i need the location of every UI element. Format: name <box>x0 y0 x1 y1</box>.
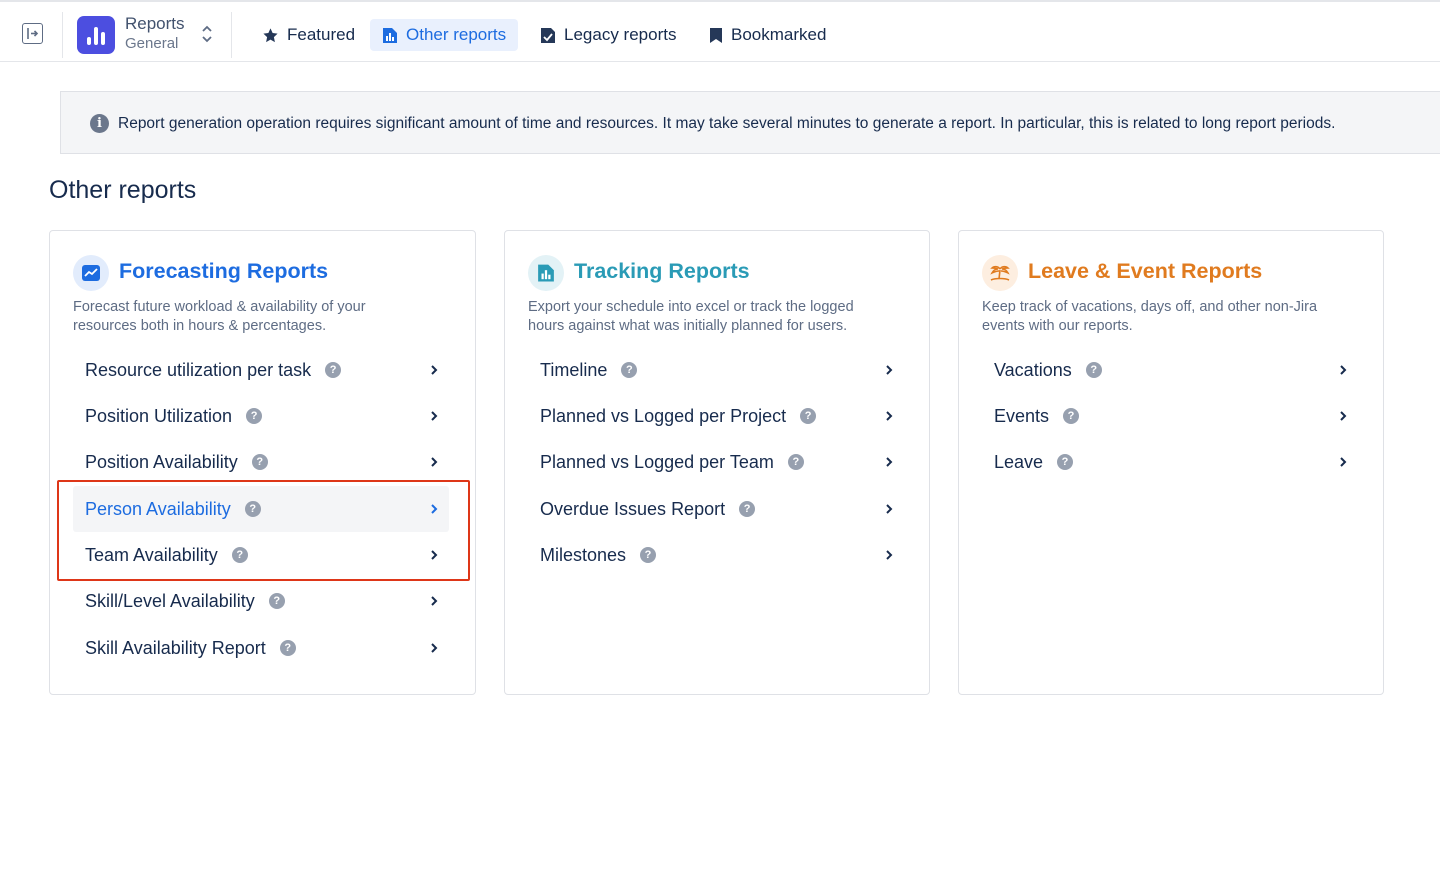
card-title: Forecasting Reports <box>119 259 329 283</box>
chevron-right-icon <box>431 457 438 467</box>
report-chart-icon <box>383 27 397 43</box>
arrow-into-panel-icon <box>27 28 39 39</box>
report-label: Skill/Level Availability <box>85 590 255 611</box>
report-label: Skill Availability Report <box>85 637 266 658</box>
info-icon: i <box>90 114 109 133</box>
help-icon[interactable]: ? <box>268 593 285 609</box>
tab-legacy-reports[interactable]: Legacy reports <box>528 19 688 51</box>
bookmark-icon <box>710 27 722 43</box>
report-timeline[interactable]: Timeline? <box>528 347 904 393</box>
report-person-availability[interactable]: Person Availability? <box>73 486 449 532</box>
chevron-right-icon <box>886 504 893 514</box>
report-label: Milestones <box>540 544 627 565</box>
report-label: Overdue Issues Report <box>540 498 726 519</box>
report-label: Resource utilization per task <box>85 359 312 380</box>
tab-label: Legacy reports <box>564 25 677 44</box>
help-icon[interactable]: ? <box>244 501 261 517</box>
report-label: Planned vs Logged per Project <box>540 405 787 426</box>
chevron-right-icon <box>1340 457 1347 467</box>
tab-other-reports[interactable]: Other reports <box>370 19 519 51</box>
help-icon[interactable]: ? <box>621 362 638 378</box>
tab-label: Other reports <box>406 25 507 44</box>
card-title: Tracking Reports <box>574 259 750 283</box>
report-milestones[interactable]: Milestones? <box>528 532 904 578</box>
report-planned-vs-logged-per-team[interactable]: Planned vs Logged per Team? <box>528 439 904 485</box>
report-label: Leave <box>994 451 1044 472</box>
report-label: Person Availability <box>85 498 231 519</box>
chevron-right-icon <box>431 365 438 375</box>
app-switcher-chevron-icon[interactable] <box>199 23 215 45</box>
app-title[interactable]: Reports <box>125 14 185 34</box>
chevron-right-icon <box>1340 411 1347 421</box>
report-label: Timeline <box>540 359 608 380</box>
help-icon[interactable]: ? <box>1057 454 1074 470</box>
chevron-right-icon <box>1340 365 1347 375</box>
card-description: Export your schedule into excel or track… <box>528 299 854 334</box>
chevron-right-icon <box>431 643 438 653</box>
report-position-availability[interactable]: Position Availability? <box>73 439 449 485</box>
tab-label: Bookmarked <box>731 25 827 44</box>
divider <box>231 12 232 58</box>
report-label: Vacations <box>994 359 1072 380</box>
legacy-doc-icon <box>541 27 555 43</box>
report-skill-availability-report[interactable]: Skill Availability Report? <box>73 625 449 671</box>
report-events[interactable]: Events? <box>982 393 1358 439</box>
chevron-right-icon <box>431 504 438 514</box>
sidebar-expand-icon[interactable] <box>22 23 43 44</box>
leave-event-reports-card: Leave & Event Reports Keep track of vaca… <box>958 230 1384 695</box>
chevron-right-icon <box>431 550 438 560</box>
report-vacations[interactable]: Vacations? <box>982 347 1358 393</box>
card-description: Forecast future workload & availability … <box>73 299 366 334</box>
chevron-right-icon <box>886 365 893 375</box>
report-leave[interactable]: Leave? <box>982 439 1358 485</box>
report-label: Position Utilization <box>85 405 233 426</box>
report-overdue-issues[interactable]: Overdue Issues Report? <box>528 486 904 532</box>
reports-app-logo[interactable] <box>77 16 115 54</box>
help-icon[interactable]: ? <box>325 362 342 378</box>
chevron-right-icon <box>886 457 893 467</box>
tab-featured[interactable]: Featured <box>250 19 367 51</box>
star-icon <box>263 27 278 42</box>
help-icon[interactable]: ? <box>787 454 804 470</box>
help-icon[interactable]: ? <box>739 501 756 517</box>
banner-text: Report generation operation requires sig… <box>118 115 1336 132</box>
app-subtitle: General <box>125 35 179 52</box>
tracking-reports-card: Tracking Reports Export your schedule in… <box>504 230 930 695</box>
island-icon <box>982 255 1018 291</box>
report-label: Team Availability <box>85 544 218 565</box>
help-icon[interactable]: ? <box>640 547 657 563</box>
page-title: Other reports <box>49 176 197 204</box>
card-title: Leave & Event Reports <box>1028 259 1263 283</box>
help-icon[interactable]: ? <box>800 408 817 424</box>
help-icon[interactable]: ? <box>251 454 268 470</box>
chevron-right-icon <box>431 411 438 421</box>
top-navigation-bar: Reports General Featured Other reports L… <box>0 0 1440 62</box>
report-resource-utilization-per-task[interactable]: Resource utilization per task? <box>73 347 449 393</box>
chevron-right-icon <box>886 411 893 421</box>
report-label: Planned vs Logged per Team <box>540 451 774 472</box>
report-label: Events <box>994 405 1050 426</box>
report-label: Position Availability <box>85 451 238 472</box>
report-position-utilization[interactable]: Position Utilization? <box>73 393 449 439</box>
help-icon[interactable]: ? <box>1063 408 1080 424</box>
tab-bookmarked[interactable]: Bookmarked <box>697 19 838 51</box>
forecasting-reports-card: Forecasting Reports Forecast future work… <box>49 230 476 695</box>
info-banner: i Report generation operation requires s… <box>60 91 1440 154</box>
help-icon[interactable]: ? <box>246 408 263 424</box>
trending-chart-icon <box>73 255 109 291</box>
chevron-right-icon <box>886 550 893 560</box>
help-icon[interactable]: ? <box>279 640 296 656</box>
card-description: Keep track of vacations, days off, and o… <box>982 299 1318 334</box>
help-icon[interactable]: ? <box>231 547 248 563</box>
report-team-availability[interactable]: Team Availability? <box>73 532 449 578</box>
report-planned-vs-logged-per-project[interactable]: Planned vs Logged per Project? <box>528 393 904 439</box>
divider <box>62 12 63 58</box>
tracking-chart-icon <box>528 255 564 291</box>
chevron-right-icon <box>431 596 438 606</box>
report-skill-level-availability[interactable]: Skill/Level Availability? <box>73 578 449 624</box>
help-icon[interactable]: ? <box>1085 362 1102 378</box>
tab-label: Featured <box>287 25 356 44</box>
